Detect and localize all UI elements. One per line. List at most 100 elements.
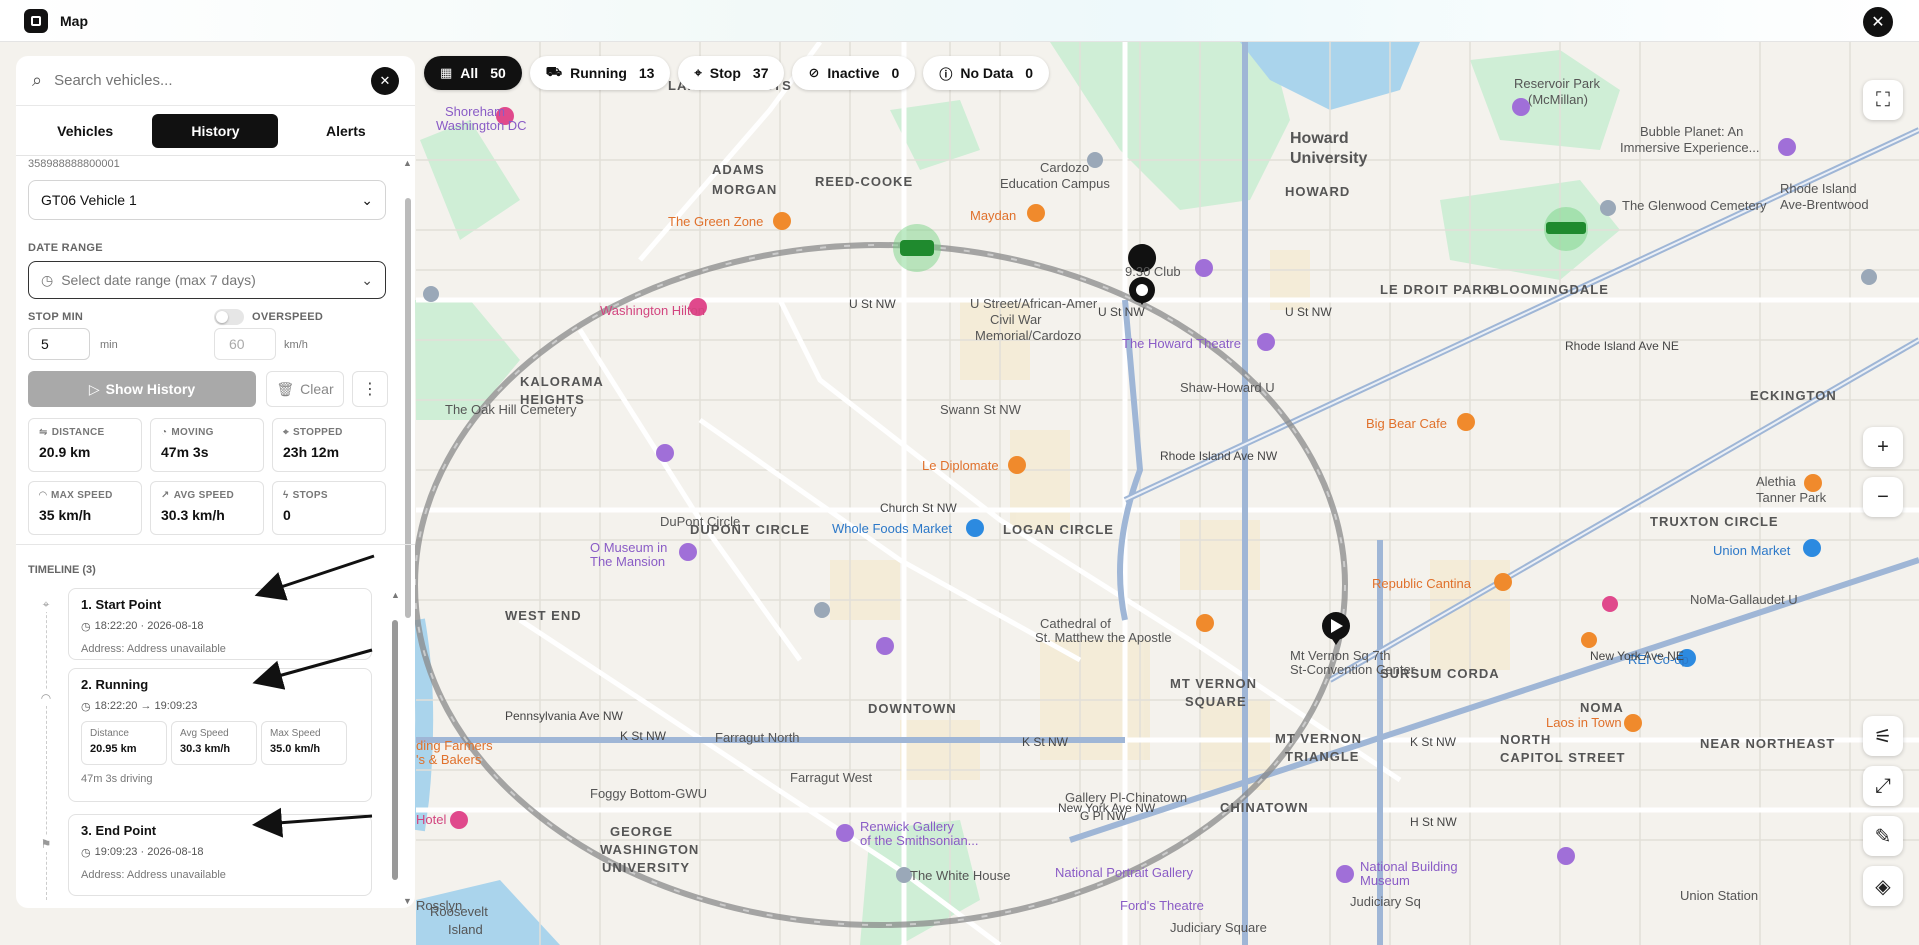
fullscreen-button[interactable]: ⛶	[1863, 80, 1903, 120]
zoom-out-button[interactable]: −	[1863, 477, 1903, 517]
route-icon: ⇋	[39, 427, 48, 438]
flag-icon: ⚑	[38, 836, 54, 852]
svg-text:GEORGE: GEORGE	[610, 824, 673, 839]
date-range-label: DATE RANGE	[28, 242, 103, 254]
tab-vehicles[interactable]: Vehicles	[22, 114, 148, 148]
zap-icon: ϟ	[283, 490, 289, 501]
svg-text:University: University	[1290, 150, 1367, 167]
chip-running[interactable]: ⛟ Running 13	[529, 56, 671, 90]
svg-text:Big Bear Cafe: Big Bear Cafe	[1366, 416, 1447, 431]
wand-icon: ✎	[1874, 825, 1892, 848]
chip-all[interactable]: ▦ All 50	[424, 56, 522, 90]
question-icon: ⓘ	[939, 66, 953, 82]
svg-text:Le Diplomate: Le Diplomate	[922, 458, 999, 473]
svg-text:Rhode Island Ave NW: Rhode Island Ave NW	[1160, 449, 1278, 463]
chip-stop[interactable]: ⌖ Stop 37	[678, 56, 785, 90]
svg-text:O Museum in: O Museum in	[590, 540, 667, 555]
clear-button[interactable]: 🗑 Clear	[266, 371, 344, 407]
svg-text:Renwick Gallery: Renwick Gallery	[860, 819, 954, 834]
timeline-scroll-thumb[interactable]	[392, 620, 398, 880]
map-layers-button[interactable]: ◈	[1863, 866, 1903, 906]
app-logo-icon	[24, 9, 48, 33]
trash-icon: 🗑	[276, 380, 295, 397]
svg-text:ECKINGTON: ECKINGTON	[1750, 388, 1837, 403]
vehicle-select[interactable]: GT06 Vehicle 1 ⌄	[28, 180, 386, 220]
svg-text:ding Farmers: ding Farmers	[416, 738, 493, 753]
svg-text:St. Matthew the Apostle: St. Matthew the Apostle	[1035, 630, 1172, 645]
more-options-button[interactable]: ⋮	[352, 371, 388, 407]
overspeed-toggle[interactable]	[214, 309, 244, 325]
scroll-up-icon[interactable]: ▲	[391, 590, 400, 600]
svg-text:Union Market: Union Market	[1713, 543, 1791, 558]
timeline-scrollbar[interactable]: ▲	[391, 590, 400, 890]
tab-history[interactable]: History	[152, 113, 279, 148]
chip-no-data[interactable]: ⓘ No Data 0	[923, 56, 1050, 90]
svg-text:HOWARD: HOWARD	[1285, 184, 1350, 199]
layers-icon: ◈	[1875, 875, 1891, 898]
zoom-in-button[interactable]: +	[1863, 427, 1903, 467]
svg-text:Farragut North: Farragut North	[715, 730, 800, 745]
clock-icon: ◷	[81, 847, 91, 859]
svg-text:G Pl NW: G Pl NW	[1080, 809, 1127, 823]
scroll-down-icon[interactable]: ▼	[403, 896, 412, 906]
clock-icon: ◷	[41, 271, 54, 288]
svg-text:Cardozo: Cardozo	[1040, 160, 1089, 175]
app-title: Map	[60, 13, 88, 29]
svg-text:LOGAN CIRCLE: LOGAN CIRCLE	[1003, 522, 1114, 537]
overspeed-input[interactable]: 60	[214, 328, 276, 360]
search-input[interactable]	[54, 72, 371, 89]
clock-icon: ◷	[81, 701, 91, 713]
tab-alerts[interactable]: Alerts	[283, 114, 409, 148]
gauge-icon: ◠	[39, 490, 47, 501]
fullscreen-icon: ⛶	[1876, 88, 1890, 111]
fit-bounds-button[interactable]: ⤢	[1863, 766, 1903, 806]
svg-text:NOMA: NOMA	[1580, 700, 1624, 715]
svg-text:Judiciary Sq: Judiciary Sq	[1350, 894, 1421, 909]
svg-text:H St NW: H St NW	[1410, 815, 1457, 829]
search-icon: ⌕	[32, 70, 43, 90]
arrow-running	[252, 648, 373, 690]
svg-text:National Building: National Building	[1360, 859, 1458, 874]
show-history-button[interactable]: ▷ Show History	[28, 371, 256, 407]
clear-search-button[interactable]: ✕	[371, 66, 399, 95]
svg-text:KALORAMA: KALORAMA	[520, 374, 604, 389]
scroll-thumb[interactable]	[405, 198, 411, 618]
stat-distance: ⇋ DISTANCE 20.9 km	[28, 418, 142, 472]
svg-text:Bubble Planet: An: Bubble Planet: An	[1640, 124, 1743, 139]
stop-min-input[interactable]: 5	[28, 328, 90, 360]
svg-text:U Street/African-Amer: U Street/African-Amer	[970, 296, 1098, 311]
close-app-button[interactable]: ✕	[1863, 7, 1893, 37]
chip-inactive[interactable]: ⊘ Inactive 0	[792, 56, 916, 90]
date-range-picker[interactable]: ◷ Select date range (max 7 days) ⌄	[28, 261, 386, 299]
svg-text:(McMillan): (McMillan)	[1528, 92, 1588, 107]
more-vertical-icon: ⋮	[362, 381, 378, 398]
svg-text:Education Campus: Education Campus	[1000, 176, 1110, 191]
svg-text:The Green Zone: The Green Zone	[668, 214, 763, 229]
top-bar: Map ✕	[0, 0, 1919, 42]
map-filters-button[interactable]: ⚟	[1863, 716, 1903, 756]
svg-text:Maydan: Maydan	[970, 208, 1016, 223]
measure-tool-button[interactable]: ✎	[1863, 816, 1903, 856]
svg-text:LE DROIT PARK: LE DROIT PARK	[1380, 282, 1493, 297]
car-icon: ⛟	[545, 64, 563, 79]
panel-scrollbar[interactable]: ▲ ▼	[403, 156, 413, 908]
svg-text:Ave-Brentwood: Ave-Brentwood	[1780, 197, 1869, 212]
svg-text:Immersive Experience...: Immersive Experience...	[1620, 140, 1759, 155]
svg-text:K St NW: K St NW	[1022, 735, 1069, 749]
svg-text:Foggy Bottom-GWU: Foggy Bottom-GWU	[590, 786, 707, 801]
svg-text:DuPont Circle: DuPont Circle	[660, 514, 740, 529]
minus-icon: −	[1877, 485, 1889, 508]
stat-avg-speed: ↗ AVG SPEED 30.3 km/h	[150, 481, 264, 535]
svg-text:Ford's Theatre: Ford's Theatre	[1120, 898, 1204, 913]
svg-text:MORGAN: MORGAN	[712, 182, 777, 197]
grid-icon: ▦	[440, 65, 453, 80]
svg-text:MT VERNON: MT VERNON	[1275, 731, 1362, 746]
svg-text:St-Convention Center: St-Convention Center	[1290, 662, 1416, 677]
stop-min-label: STOP MIN	[28, 311, 84, 323]
scroll-up-icon[interactable]: ▲	[403, 158, 412, 168]
svg-text:Alethia: Alethia	[1756, 474, 1797, 489]
timer-icon: ◔	[161, 427, 168, 438]
svg-text:Pennsylvania Ave NW: Pennsylvania Ave NW	[505, 709, 624, 723]
svg-text:The Howard Theatre: The Howard Theatre	[1122, 336, 1241, 351]
svg-text:Hotel: Hotel	[416, 812, 446, 827]
